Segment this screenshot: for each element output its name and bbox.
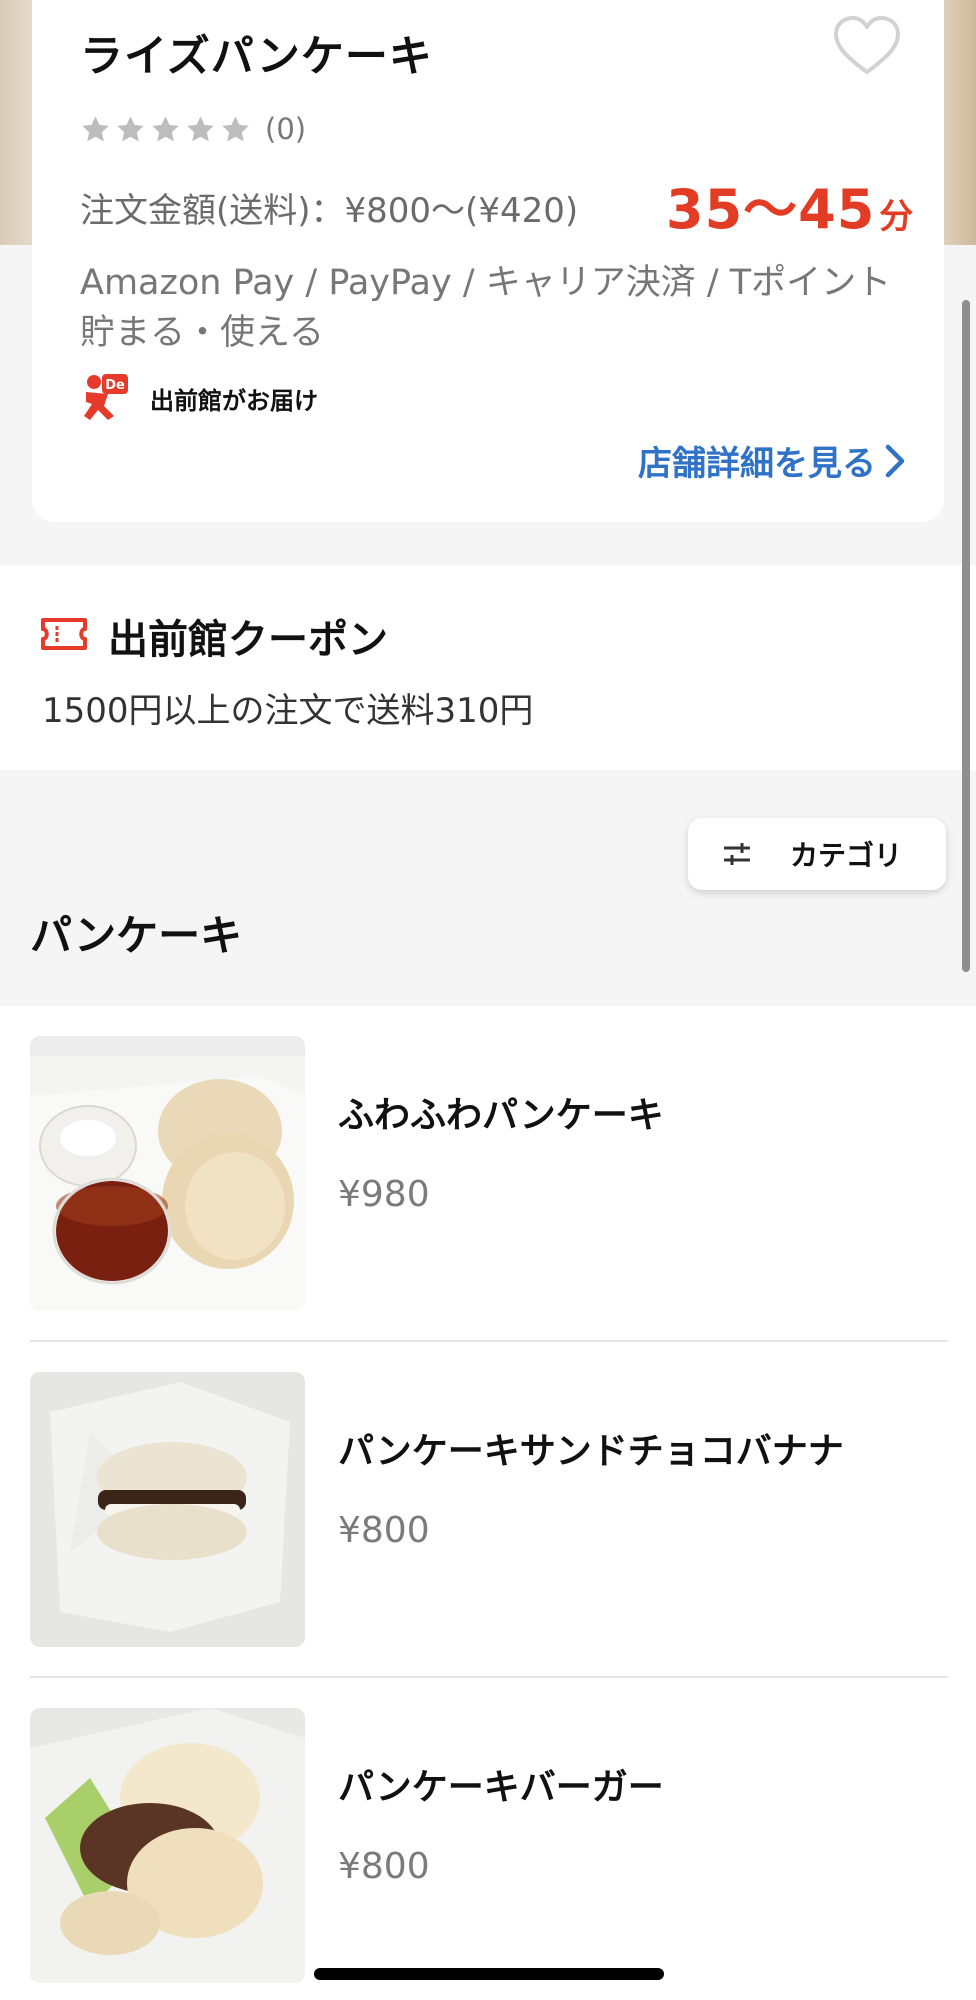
delivery-time: 35〜45 分 — [666, 165, 914, 244]
store-detail-link[interactable]: 店舗詳細を見る — [638, 436, 906, 485]
coupon-description: 1500円以上の注文で送料310円 — [42, 691, 534, 731]
demaekan-logo-text: De — [105, 378, 125, 393]
coupon-banner[interactable]: 出前館クーポン 1500円以上の注文で送料310円 — [0, 565, 976, 770]
demaekan-logo-icon: De — [84, 374, 128, 420]
chevron-right-icon — [885, 444, 905, 477]
menu-item-image — [30, 1708, 305, 1983]
category-button[interactable]: カテゴリ — [688, 818, 946, 890]
menu-item[interactable]: ふわふわパンケーキ ¥980 — [30, 1006, 948, 1342]
menu-item-image — [30, 1036, 305, 1311]
sliders-icon — [724, 843, 750, 865]
section-title: パンケーキ — [30, 911, 243, 960]
menu-item-price: ¥980 — [338, 1174, 430, 1215]
star-icon — [152, 115, 179, 141]
store-name: ライズパンケーキ — [80, 32, 433, 82]
store-detail-link-label: 店舗詳細を見る — [638, 444, 876, 484]
coupon-title: 出前館クーポン — [108, 617, 388, 663]
category-section: カテゴリ パンケーキ — [0, 770, 976, 1006]
menu-item-price: ¥800 — [338, 1846, 430, 1887]
order-minimum-and-fee: 注文金額(送料)：¥800〜(¥420) — [80, 191, 579, 231]
scrollbar[interactable] — [962, 300, 970, 972]
menu-item-name: パンケーキバーガー — [338, 1767, 664, 1808]
store-menu-page: ライズパンケーキ (0) 注文金額(送料)：¥800〜(¥420) 35〜45 分… — [0, 0, 976, 2000]
menu-item-name: パンケーキサンドチョコバナナ — [338, 1431, 844, 1472]
ticket-icon — [41, 618, 87, 650]
category-button-label: カテゴリ — [790, 839, 903, 872]
star-icon — [82, 115, 109, 141]
store-info-card: ライズパンケーキ (0) 注文金額(送料)：¥800〜(¥420) 35〜45 分… — [32, 0, 944, 522]
rating: (0) — [80, 112, 306, 146]
heart-outline-icon[interactable] — [832, 14, 902, 78]
home-indicator[interactable] — [314, 1968, 664, 1980]
delivery-time-unit: 分 — [879, 197, 915, 237]
rating-count: (0) — [265, 112, 307, 146]
menu-item-name: ふわふわパンケーキ — [338, 1095, 664, 1136]
star-icon — [187, 115, 214, 141]
menu-item-price: ¥800 — [338, 1510, 430, 1551]
menu-item[interactable]: パンケーキサンドチョコバナナ ¥800 — [30, 1342, 948, 1678]
delivery-provider: De 出前館がお届け — [80, 372, 318, 424]
menu-item[interactable]: パンケーキバーガー ¥800 — [30, 1678, 948, 2000]
star-icon — [222, 115, 249, 141]
delivery-time-value: 35〜45 — [666, 178, 876, 241]
menu-item-image — [30, 1372, 305, 1647]
payment-methods: Amazon Pay / PayPay / キャリア決済 / Tポイント貯まる・… — [80, 263, 892, 353]
star-icon — [117, 115, 144, 141]
delivery-provider-label: 出前館がお届け — [150, 386, 318, 415]
